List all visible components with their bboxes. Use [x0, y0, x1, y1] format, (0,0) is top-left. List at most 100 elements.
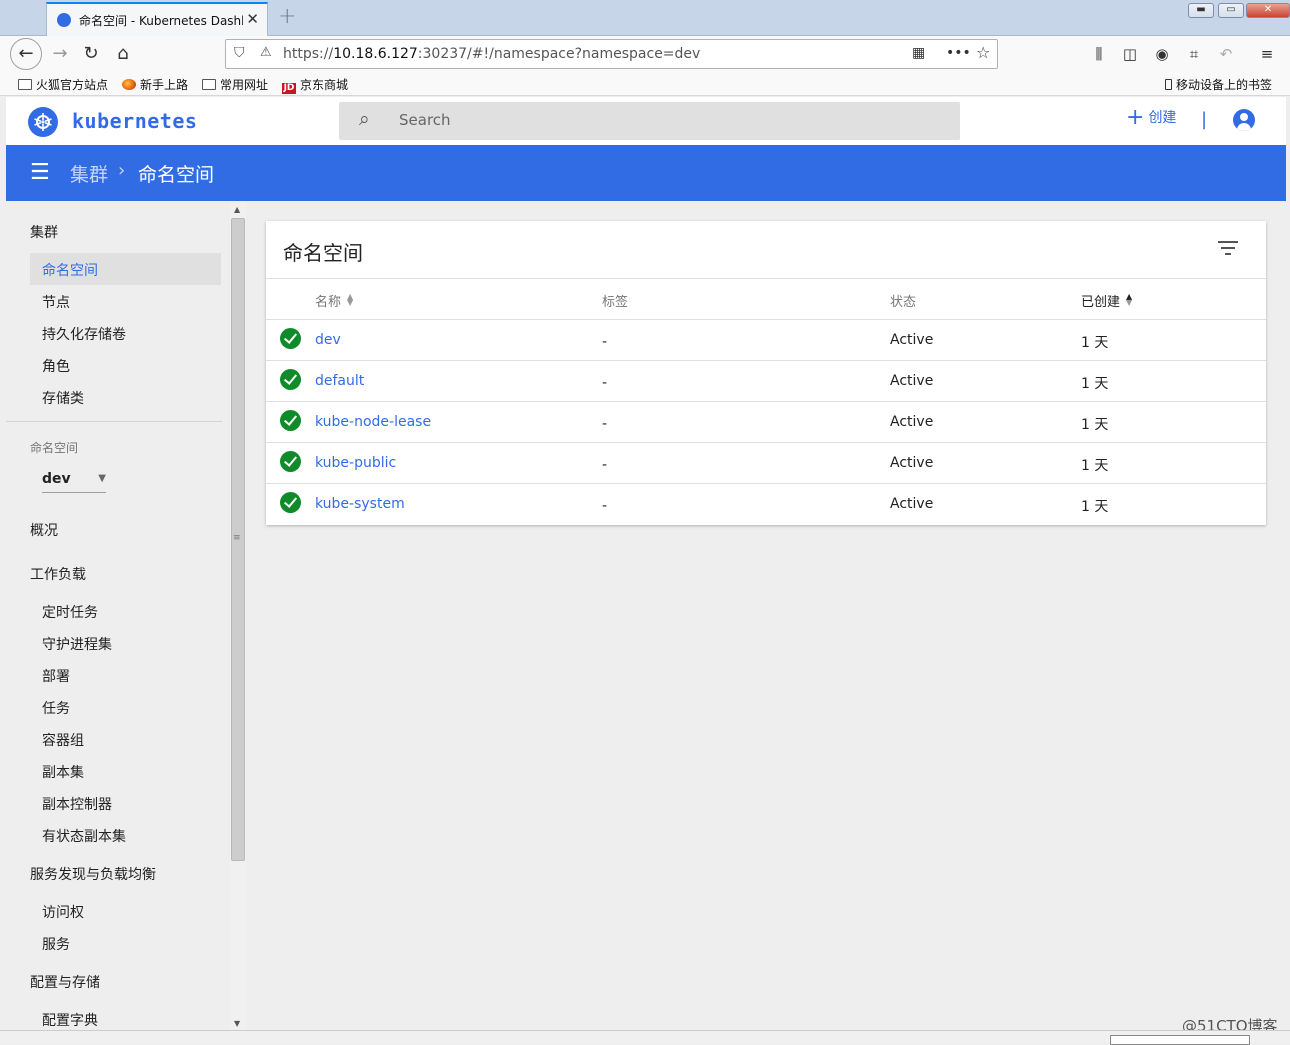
nav-menu-icon[interactable]: ☰ [30, 160, 50, 185]
sidebar-item-configmaps[interactable]: 配置字典 [42, 1010, 98, 1030]
bookmark-item[interactable]: 新手上路 [122, 76, 188, 93]
sidebar-item-replication-controllers[interactable]: 副本控制器 [42, 794, 112, 814]
scroll-down-icon[interactable]: ▼ [234, 1019, 240, 1028]
bookmark-star-icon[interactable]: ☆ [976, 43, 990, 62]
sidebar: 集群 命名空间 节点 持久化存储卷 角色 存储类 命名空间 dev ▼ 概况 工… [6, 203, 228, 1030]
filter-icon[interactable] [1218, 239, 1238, 255]
bookmark-item[interactable]: 火狐官方站点 [18, 76, 108, 93]
status-check-icon [280, 451, 301, 472]
create-button[interactable]: + 创建 [1126, 105, 1176, 130]
sidebar-heading-cluster[interactable]: 集群 [30, 222, 58, 242]
url-text[interactable]: https://10.18.6.127:30237/#!/namespace?n… [283, 46, 700, 62]
jd-icon: JD [282, 83, 296, 94]
status-check-icon [280, 328, 301, 349]
namespace-link[interactable]: dev [315, 332, 341, 348]
sidebar-item-deployments[interactable]: 部署 [42, 666, 70, 686]
bookmark-item[interactable]: 常用网址 [202, 76, 268, 93]
sidebar-item-roles[interactable]: 角色 [42, 356, 70, 376]
table-row: kube-node-lease - Active 1 天 [266, 401, 1266, 442]
sidebar-item-namespaces[interactable]: 命名空间 [42, 260, 98, 280]
search-box[interactable]: ⌕ [339, 102, 960, 140]
page-actions-icon[interactable]: ••• [946, 45, 971, 61]
reload-icon[interactable]: ↻ [79, 42, 103, 66]
dropdown-arrow-icon: ▼ [98, 473, 106, 484]
header-separator: | [1201, 109, 1208, 130]
new-tab-icon[interactable]: + [278, 4, 296, 29]
plus-icon: + [1126, 105, 1145, 130]
maximize-button[interactable]: ▭ [1218, 3, 1244, 18]
namespace-link[interactable]: default [315, 373, 364, 389]
status-check-icon [280, 492, 301, 513]
status-cell: Active [890, 455, 934, 471]
namespace-select[interactable]: dev ▼ [42, 471, 106, 493]
sidebar-item-statefulsets[interactable]: 有状态副本集 [42, 826, 126, 846]
column-header-created[interactable]: 已创建 ▲ ▼ [1081, 291, 1132, 311]
window-close-button[interactable]: ✕ [1246, 3, 1290, 18]
screenshot-icon[interactable]: ⌗ [1182, 42, 1206, 66]
sidebar-item-persistent-volumes[interactable]: 持久化存储卷 [42, 324, 126, 344]
namespace-card: 命名空间 名称 ▲ ▼ 标签 状态 已创建 ▲ ▼ dev - Active 1 天 d… [266, 221, 1266, 525]
kubernetes-logo-icon[interactable] [28, 107, 58, 137]
namespace-link[interactable]: kube-node-lease [315, 414, 431, 430]
home-icon[interactable]: ⌂ [111, 42, 135, 66]
insecure-lock-icon[interactable]: ⚠ [260, 45, 272, 60]
scroll-up-icon[interactable]: ▲ [234, 205, 240, 214]
undo-close-icon[interactable]: ↶ [1214, 42, 1238, 66]
sidebar-toggle-icon[interactable]: ◫ [1118, 42, 1142, 66]
labels-cell: - [602, 498, 608, 514]
browser-tab[interactable]: 命名空间 - Kubernetes Dashboard ✕ [46, 2, 268, 36]
namespace-link[interactable]: kube-system [315, 496, 405, 512]
brand-name[interactable]: kubernetes [72, 109, 197, 133]
column-header-name[interactable]: 名称 ▲ ▼ [315, 291, 354, 311]
table-row: kube-public - Active 1 天 [266, 442, 1266, 483]
column-header-status: 状态 [890, 295, 917, 310]
forward-icon[interactable]: → [48, 42, 72, 66]
menu-hamburger-icon[interactable]: ≡ [1255, 42, 1279, 66]
sidebar-heading-workloads[interactable]: 工作负载 [30, 564, 86, 584]
tracking-shield-icon[interactable]: ⛉ [234, 45, 245, 61]
browser-titlebar: 命名空间 - Kubernetes Dashboard ✕ + ▬ ▭ ✕ [0, 0, 1290, 36]
minimize-button[interactable]: ▬ [1188, 3, 1214, 18]
chevron-right-icon: › [118, 160, 126, 181]
labels-cell: - [602, 334, 608, 350]
sidebar-item-services[interactable]: 服务 [42, 934, 70, 954]
breadcrumb-bar: ☰ 集群 › 命名空间 [6, 145, 1286, 201]
labels-cell: - [602, 457, 608, 473]
tab-close-icon[interactable]: ✕ [246, 10, 259, 28]
created-cell: 1 天 [1081, 499, 1109, 515]
sidebar-scrollbar[interactable]: ▲ ≡ ▼ [230, 203, 246, 1030]
sidebar-item-nodes[interactable]: 节点 [42, 292, 70, 312]
account-sync-icon[interactable]: ◉ [1150, 42, 1174, 66]
scrollbar-grip-icon: ≡ [233, 533, 241, 543]
namespace-link[interactable]: kube-public [315, 455, 396, 471]
app-header: kubernetes ⌕ +创建 | [6, 97, 1286, 145]
kubernetes-favicon-icon [57, 13, 71, 27]
status-check-icon [280, 410, 301, 431]
sidebar-item-cronjobs[interactable]: 定时任务 [42, 602, 98, 622]
qr-code-icon[interactable]: ▦ [912, 45, 925, 61]
mobile-bookmarks[interactable]: 移动设备上的书签 [1165, 76, 1272, 93]
sidebar-item-pods[interactable]: 容器组 [42, 730, 84, 750]
url-bar[interactable]: ⛉ ⚠ https://10.18.6.127:30237/#!/namespa… [225, 39, 998, 69]
sort-icon: ▲ ▼ [347, 292, 354, 307]
sidebar-item-jobs[interactable]: 任务 [42, 698, 70, 718]
folder-icon [202, 79, 216, 90]
breadcrumb-current: 命名空间 [138, 164, 215, 186]
folder-icon [18, 79, 32, 90]
sidebar-heading-discovery[interactable]: 服务发现与负载均衡 [30, 864, 156, 884]
back-icon[interactable]: ← [10, 38, 42, 70]
sidebar-item-ingresses[interactable]: 访问权 [42, 902, 84, 922]
status-tooltip [1110, 1035, 1250, 1045]
sidebar-item-replicasets[interactable]: 副本集 [42, 762, 84, 782]
search-input[interactable] [399, 111, 939, 129]
sidebar-heading-config[interactable]: 配置与存储 [30, 972, 100, 992]
sidebar-item-storage-classes[interactable]: 存储类 [42, 388, 84, 408]
browser-navbar: ← → ↻ ⌂ ⛉ ⚠ https://10.18.6.127:30237/#!… [0, 36, 1290, 72]
library-icon[interactable]: ⫼ [1087, 42, 1111, 66]
bookmark-item[interactable]: JD 京东商城 [282, 76, 348, 94]
sidebar-item-overview[interactable]: 概况 [30, 520, 58, 540]
sidebar-item-daemonsets[interactable]: 守护进程集 [42, 634, 112, 654]
status-cell: Active [890, 373, 934, 389]
account-icon[interactable] [1233, 109, 1255, 131]
breadcrumb-cluster[interactable]: 集群 [70, 160, 108, 187]
